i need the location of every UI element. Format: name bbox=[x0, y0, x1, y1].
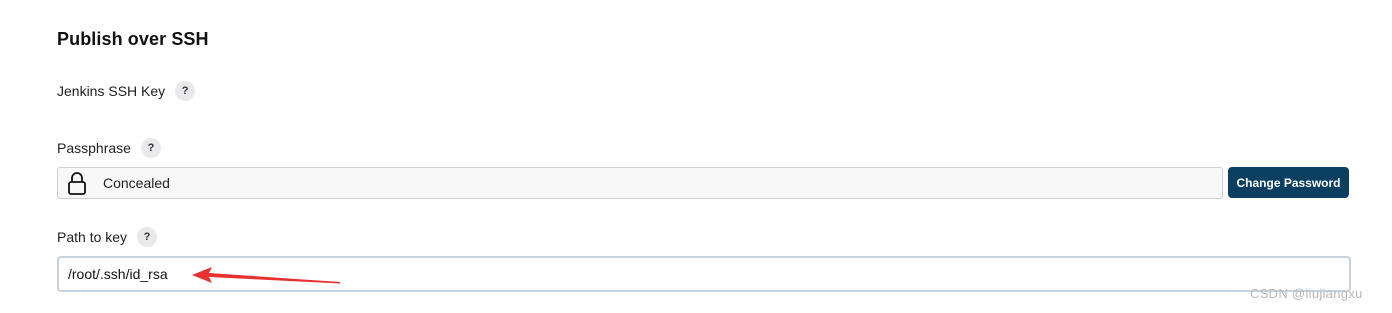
ssh-key-help-icon[interactable]: ? bbox=[175, 81, 196, 101]
publish-over-ssh-page: Publish over SSH Jenkins SSH Key ? Passp… bbox=[0, 0, 1392, 313]
watermark: CSDN @liujiangxu bbox=[1250, 286, 1363, 301]
path-to-key-help-icon[interactable]: ? bbox=[137, 227, 158, 247]
passphrase-help-icon[interactable]: ? bbox=[140, 138, 161, 158]
passphrase-concealed-text: Concealed bbox=[103, 175, 170, 191]
change-password-button[interactable]: Change Password bbox=[1228, 167, 1349, 198]
lock-icon bbox=[67, 171, 87, 195]
ssh-key-label-row: Jenkins SSH Key ? bbox=[57, 80, 196, 102]
passphrase-label: Passphrase bbox=[57, 140, 131, 156]
passphrase-label-row: Passphrase ? bbox=[57, 137, 161, 159]
path-to-key-label: Path to key bbox=[57, 229, 128, 245]
ssh-key-label: Jenkins SSH Key bbox=[57, 83, 166, 99]
path-to-key-input[interactable] bbox=[57, 256, 1351, 292]
section-title: Publish over SSH bbox=[57, 29, 209, 49]
path-to-key-label-row: Path to key ? bbox=[57, 226, 158, 248]
passphrase-concealed-field: Concealed bbox=[57, 167, 1223, 199]
